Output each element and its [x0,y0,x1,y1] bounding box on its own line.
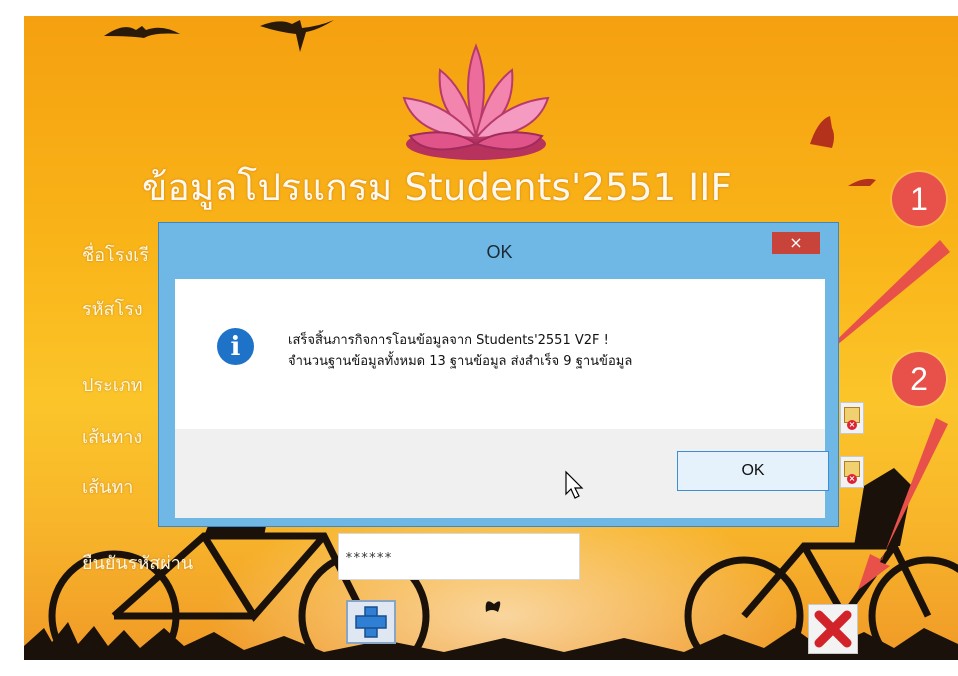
ok-button[interactable]: OK [677,451,829,491]
close-icon: × [789,233,803,252]
dialog-message-area: i เสร็จสิ้นภารกิจการโอนข้อมูลจาก Student… [175,279,825,429]
callout-badge-2: 2 [892,352,946,406]
dialog-title: OK [486,242,513,262]
message-dialog: OK × i เสร็จสิ้นภารกิจการโอนข้อมูลจาก St… [158,222,839,527]
dialog-message-line2: จำนวนฐานข้อมูลทั้งหมด 13 ฐานข้อมูล ส่งสำ… [288,354,633,369]
callout-badge-1: 1 [892,172,946,226]
dialog-message-line1: เสร็จสิ้นภารกิจการโอนข้อมูลจาก Students'… [288,333,609,348]
dialog-close-button[interactable]: × [772,232,820,254]
dialog-body: i เสร็จสิ้นภารกิจการโอนข้อมูลจาก Student… [175,279,829,518]
arrow-2 [858,418,948,590]
mouse-cursor-icon [565,470,584,499]
info-icon: i [217,328,254,365]
